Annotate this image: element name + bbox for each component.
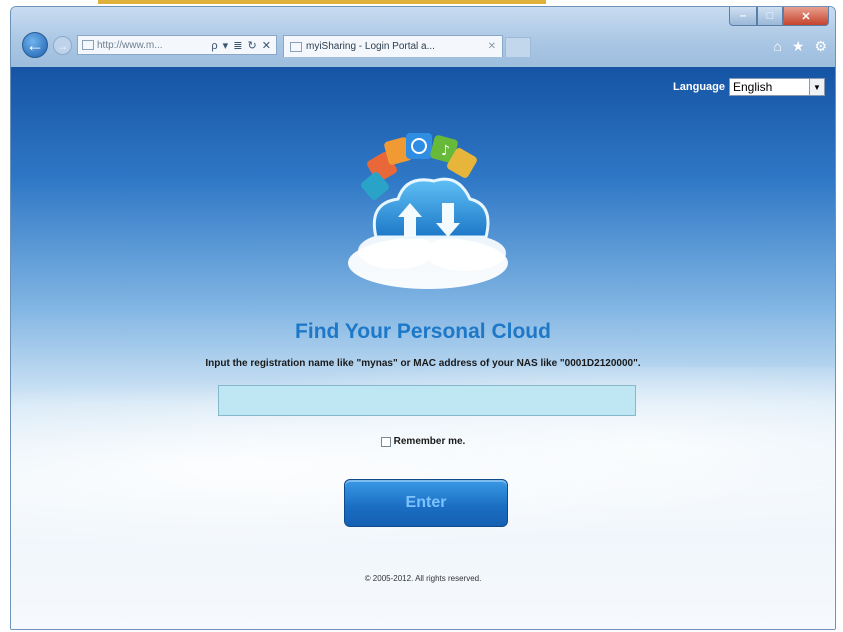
dropdown-arrow-icon[interactable]: ▼ — [809, 79, 824, 95]
cloud-logo-icon: ♪ — [348, 133, 508, 289]
back-arrow-icon: ← — [26, 34, 44, 55]
forward-arrow-icon: → — [56, 38, 69, 53]
favorites-star-icon[interactable]: ★ — [792, 38, 805, 55]
remember-me[interactable]: Remember me. — [11, 436, 835, 447]
instruction-text: Input the registration name like "mynas"… — [205, 358, 641, 369]
registration-input[interactable] — [218, 385, 636, 416]
page-content: Language English ▼ ♪ Find Your Personal … — [11, 67, 835, 629]
address-url[interactable]: http://www.m... — [97, 40, 211, 51]
browser-tools: ⌂ ★ ⚙ — [773, 38, 827, 55]
page-title: Find Your Personal Cloud — [295, 320, 551, 343]
page-icon — [290, 41, 302, 52]
enter-label: Enter — [405, 494, 447, 511]
enter-button[interactable]: Enter — [344, 479, 508, 527]
minimize-button[interactable]: – — [729, 7, 757, 26]
address-bar[interactable]: http://www.m... ρ ▾ ≣ ↻ ✕ — [77, 35, 277, 55]
home-icon[interactable]: ⌂ — [773, 38, 781, 55]
tab-title: myiSharing - Login Portal a... — [306, 41, 435, 52]
browser-window: – □ ✕ ← → http://www.m... ρ ▾ ≣ ↻ ✕ myiS… — [10, 6, 836, 630]
tab-close-icon[interactable]: ✕ — [488, 41, 502, 52]
remember-checkbox[interactable] — [380, 436, 391, 447]
new-tab-button[interactable] — [505, 37, 531, 57]
language-dropdown[interactable]: English ▼ — [729, 78, 825, 96]
tab-login-portal[interactable]: myiSharing - Login Portal a... ✕ — [283, 35, 503, 57]
close-window-button[interactable]: ✕ — [783, 7, 829, 26]
language-selector: Language English ▼ — [673, 78, 825, 96]
address-controls[interactable]: ρ ▾ ≣ ↻ ✕ — [211, 39, 276, 52]
page-icon — [82, 40, 94, 50]
copyright-footer: © 2005-2012. All rights reserved. — [364, 574, 482, 583]
top-accent-bar — [98, 0, 546, 4]
back-button[interactable]: ← — [22, 32, 48, 58]
svg-text:♪: ♪ — [441, 143, 450, 159]
maximize-button[interactable]: □ — [757, 7, 783, 26]
language-label: Language — [673, 81, 725, 93]
window-controls: – □ ✕ — [729, 7, 829, 26]
forward-button[interactable]: → — [53, 36, 72, 55]
gear-icon[interactable]: ⚙ — [814, 38, 827, 55]
browser-chrome: – □ ✕ ← → http://www.m... ρ ▾ ≣ ↻ ✕ myiS… — [11, 7, 835, 67]
remember-label[interactable]: Remember me. — [394, 436, 466, 447]
language-value: English — [733, 80, 773, 94]
